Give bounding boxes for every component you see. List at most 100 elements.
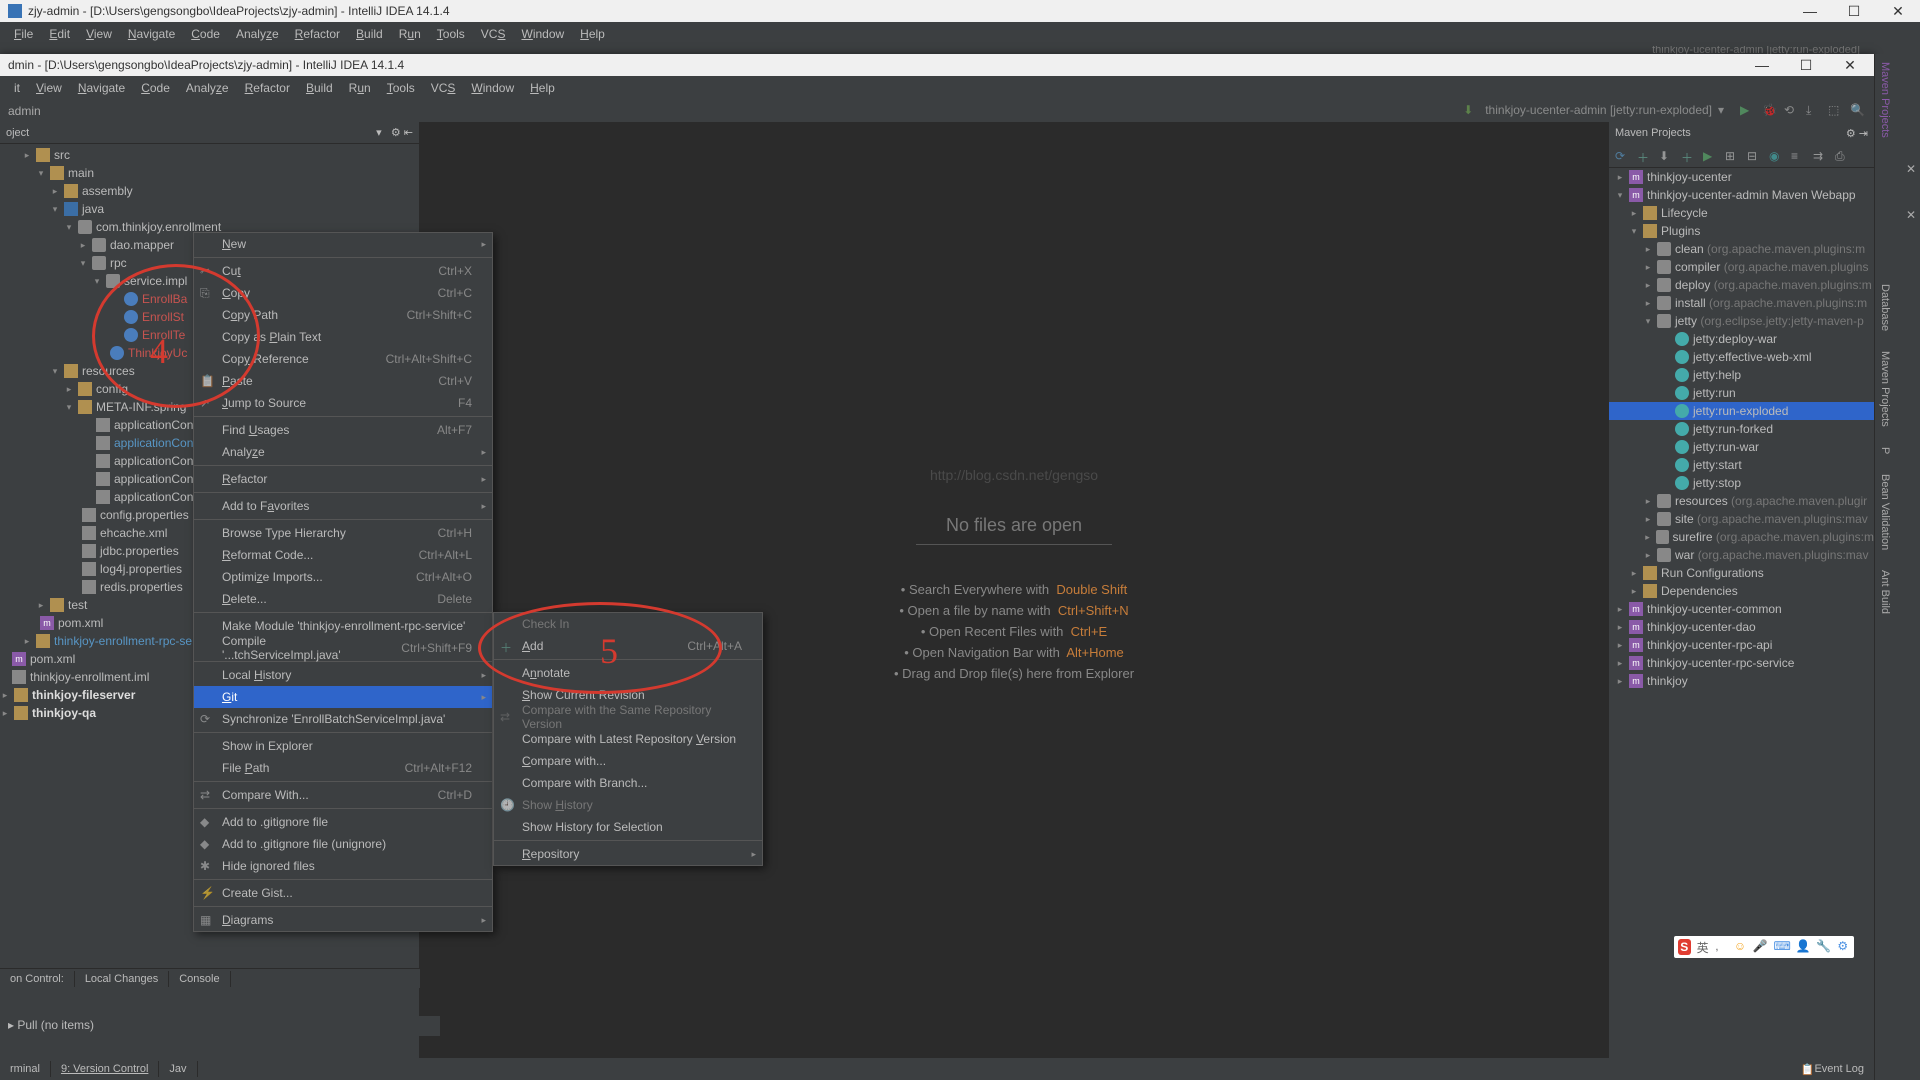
menu-view[interactable]: View [78, 24, 120, 44]
ime-tool-icon[interactable]: 🔧 [1816, 939, 1831, 955]
m-icon[interactable]: ⊞ [1725, 149, 1739, 163]
menu-code[interactable]: Code [183, 24, 228, 44]
git-show-history-sel[interactable]: Show History for Selection [494, 816, 762, 838]
menu-paste[interactable]: 📋PasteCtrl+V [194, 370, 492, 392]
menu-local-history[interactable]: Local History▸ [194, 664, 492, 686]
minimize-button[interactable]: — [1788, 0, 1832, 22]
menu-edit[interactable]: Edit [41, 24, 78, 44]
menu-synchronize[interactable]: ⟳Synchronize 'EnrollBatchServiceImpl.jav… [194, 708, 492, 730]
git-repository[interactable]: Repository▸ [494, 843, 762, 865]
project-header[interactable]: oject [6, 127, 29, 139]
terminal-tab[interactable]: rminal [0, 1061, 51, 1077]
ime-toolbar[interactable]: S 英 , ☺ 🎤 ⌨ 👤 🔧 ⚙ [1674, 936, 1854, 958]
java-tab[interactable]: Jav [159, 1061, 197, 1077]
gear-icon[interactable]: ⚙ [391, 127, 401, 139]
menu-window[interactable]: Window [513, 24, 572, 44]
menu2-vcs[interactable]: VCS [423, 78, 464, 98]
maximize-button[interactable]: ☐ [1832, 0, 1876, 22]
git-checkin[interactable]: Check In [494, 613, 762, 635]
menu2-window[interactable]: Window [463, 78, 522, 98]
menu-file[interactable]: File [6, 24, 41, 44]
menu2-edit[interactable]: it [6, 78, 28, 98]
maven-tree[interactable]: ▸mthinkjoy-ucenter ▾mthinkjoy-ucenter-ad… [1609, 168, 1874, 690]
git-compare-with[interactable]: Compare with... [494, 750, 762, 772]
git-compare-branch[interactable]: Compare with Branch... [494, 772, 762, 794]
bean-validation-tab[interactable]: Bean Validation [1875, 466, 1895, 558]
help-icon[interactable]: ⎙ [1835, 149, 1849, 163]
menu-copy-ref[interactable]: Copy ReferenceCtrl+Alt+Shift+C [194, 348, 492, 370]
database-tab[interactable]: Database [1875, 276, 1895, 339]
menu-create-gist[interactable]: ⚡Create Gist... [194, 882, 492, 904]
menu-vcs[interactable]: VCS [473, 24, 514, 44]
ime-person-icon[interactable]: 👤 [1795, 939, 1810, 955]
menu-refactor[interactable]: Refactor▸ [194, 468, 492, 490]
collapse-icon[interactable]: ≡ [1791, 149, 1805, 163]
console-tab[interactable]: Console [169, 971, 230, 987]
local-changes-tab[interactable]: Local Changes [75, 971, 169, 987]
menu-gitignore-unignore[interactable]: ◆Add to .gitignore file (unignore) [194, 833, 492, 855]
ant-build-tab[interactable]: Ant Build [1875, 562, 1895, 622]
plus-icon[interactable]: ＋ [1637, 149, 1651, 163]
menu2-run[interactable]: Run [341, 78, 379, 98]
menu-favorites[interactable]: Add to Favorites▸ [194, 495, 492, 517]
strip-close[interactable]: ✕ [1906, 162, 1916, 176]
menu2-view[interactable]: View [28, 78, 70, 98]
vc-tab[interactable]: on Control: [0, 971, 75, 987]
expand-icon[interactable]: ⇉ [1813, 149, 1827, 163]
inner-close[interactable]: ✕ [1828, 54, 1872, 76]
p-tab[interactable]: P [1875, 439, 1895, 462]
ime-lang-icon[interactable]: 英 [1697, 939, 1710, 955]
run-icon[interactable]: ▶ [1740, 103, 1756, 119]
menu2-build[interactable]: Build [298, 78, 341, 98]
tool-icon2[interactable]: ⤓ [1806, 103, 1822, 119]
event-log[interactable]: 📋 Event Log [1801, 1058, 1864, 1080]
menu-new[interactable]: New▸ [194, 233, 492, 255]
inner-minimize[interactable]: — [1740, 54, 1784, 76]
menu2-help[interactable]: Help [522, 78, 563, 98]
ime-s-icon[interactable]: S [1678, 939, 1691, 955]
menu-diagrams[interactable]: ▦Diagrams▸ [194, 909, 492, 931]
maven-projects-tab[interactable]: Maven Projects [1875, 54, 1895, 146]
maven-projects-tab2[interactable]: Maven Projects [1875, 343, 1895, 435]
ime-punct-icon[interactable]: , [1715, 939, 1728, 955]
menu2-refactor[interactable]: Refactor [237, 78, 298, 98]
menu-hierarchy[interactable]: Browse Type HierarchyCtrl+H [194, 522, 492, 544]
run-maven-icon[interactable]: ▶ [1703, 149, 1717, 163]
git-compare-latest[interactable]: Compare with Latest Repository Version [494, 728, 762, 750]
project-dropdown[interactable]: ▾ [376, 127, 382, 139]
tool-icon[interactable]: ⟲ [1784, 103, 1800, 119]
menu-delete[interactable]: Delete...Delete [194, 588, 492, 610]
dropdown-icon[interactable]: ▾ [1718, 103, 1734, 119]
menu-copy-plain[interactable]: Copy as Plain Text [194, 326, 492, 348]
menu-show-explorer[interactable]: Show in Explorer [194, 735, 492, 757]
tool-icon3[interactable]: ⬚ [1828, 103, 1844, 119]
menu-compile[interactable]: Compile '...tchServiceImpl.java'Ctrl+Shi… [194, 637, 492, 659]
git-annotate[interactable]: Annotate [494, 662, 762, 684]
refresh-icon[interactable]: ⟳ [1615, 149, 1629, 163]
plus2-icon[interactable]: ＋ [1681, 149, 1695, 163]
target-icon[interactable]: ◉ [1769, 149, 1783, 163]
menu-analyze[interactable]: Analyze▸ [194, 441, 492, 463]
menu-gitignore-add[interactable]: ◆Add to .gitignore file [194, 811, 492, 833]
menu-find-usages[interactable]: Find UsagesAlt+F7 [194, 419, 492, 441]
menu2-tools[interactable]: Tools [379, 78, 423, 98]
menu2-code[interactable]: Code [133, 78, 178, 98]
maven-gear-icon[interactable]: ⚙ [1846, 128, 1856, 140]
menu-git[interactable]: Git▸ [194, 686, 492, 708]
breadcrumb[interactable]: admin [8, 104, 41, 118]
menu-analyze[interactable]: Analyze [228, 24, 287, 44]
ime-kbd-icon[interactable]: ⌨ [1773, 939, 1789, 955]
inner-maximize[interactable]: ☐ [1784, 54, 1828, 76]
menu-copy[interactable]: ⎘CopyCtrl+C [194, 282, 492, 304]
menu-optimize[interactable]: Optimize Imports...Ctrl+Alt+O [194, 566, 492, 588]
menu2-analyze[interactable]: Analyze [178, 78, 237, 98]
git-compare-same[interactable]: ⇄Compare with the Same Repository Versio… [494, 706, 762, 728]
menu-tools[interactable]: Tools [429, 24, 473, 44]
menu2-navigate[interactable]: Navigate [70, 78, 133, 98]
search-icon[interactable]: 🔍 [1850, 103, 1866, 119]
menu-copy-path[interactable]: Copy PathCtrl+Shift+C [194, 304, 492, 326]
menu-refactor[interactable]: Refactor [287, 24, 348, 44]
run-config-select[interactable]: thinkjoy-ucenter-admin [jetty:run-explod… [1485, 103, 1712, 119]
download-icon[interactable]: ⬇ [1659, 149, 1673, 163]
version-control-tab[interactable]: 9: Version Control [51, 1061, 159, 1077]
